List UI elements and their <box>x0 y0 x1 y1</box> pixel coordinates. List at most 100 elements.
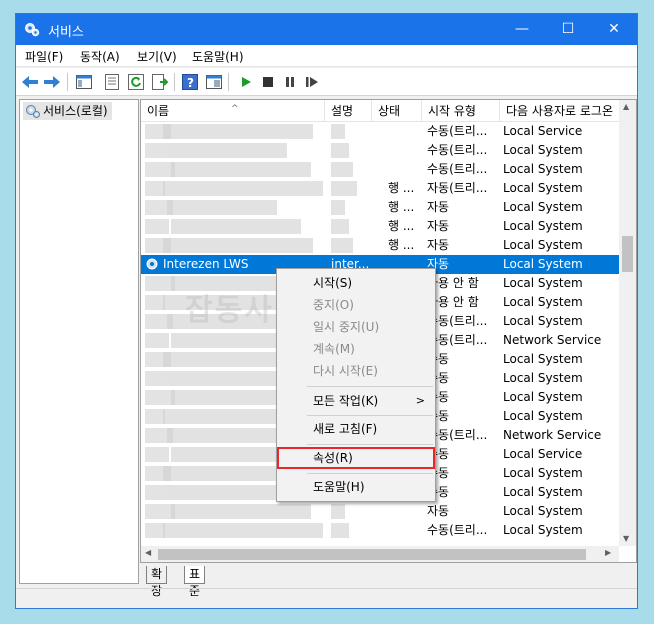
menu-action[interactable]: 동작(A) <box>80 48 120 65</box>
context-menu: 시작(S) 중지(O) 일시 중지(U) 계속(M) 다시 시작(E) 모든 작… <box>276 268 436 502</box>
scroll-up-icon[interactable]: ▲ <box>623 102 629 111</box>
service-logon-as: Local Service <box>503 124 583 138</box>
service-startup-type: 수동 <box>427 352 450 366</box>
menu-help[interactable]: 도움말(H) <box>192 48 244 65</box>
vertical-scrollbar[interactable]: ▲ ▼ <box>619 100 636 546</box>
service-startup-type: 수동 <box>427 390 450 404</box>
restart-icon[interactable] <box>302 72 322 92</box>
table-row[interactable]: 행 ... 자동 Local System <box>141 217 619 236</box>
menu-item-pause[interactable]: 일시 중지(U) <box>277 316 435 338</box>
service-logon-as: Local System <box>503 390 583 404</box>
vertical-scroll-thumb[interactable] <box>622 236 633 272</box>
column-header-description[interactable]: 설명 <box>325 100 372 122</box>
back-icon[interactable] <box>20 72 40 92</box>
table-row[interactable]: 자동 Local System <box>141 502 619 521</box>
menu-item-start[interactable]: 시작(S) <box>277 272 435 294</box>
table-row[interactable]: 수동(트리... Local System <box>141 160 619 179</box>
service-logon-as: Local System <box>503 314 583 328</box>
menu-file[interactable]: 파일(F) <box>25 48 63 65</box>
menu-item-resume[interactable]: 계속(M) <box>277 338 435 360</box>
service-logon-as: Local System <box>503 371 583 385</box>
tab-extended[interactable]: 확장 <box>146 566 168 598</box>
service-startup-type: 사용 안 함 <box>427 276 479 290</box>
service-logon-as: Local System <box>503 523 583 537</box>
menu-item-refresh[interactable]: 새로 고침(F) <box>277 418 435 440</box>
service-startup-type: 자동 <box>427 219 450 233</box>
service-logon-as: Local System <box>503 352 583 366</box>
table-row[interactable]: 수동(트리... Local Service <box>141 122 619 141</box>
service-startup-type: 수동(트리... <box>427 314 488 328</box>
menu-item-restart[interactable]: 다시 시작(E) <box>277 360 435 382</box>
menu-item-all-tasks[interactable]: 모든 작업(K) > <box>277 390 435 412</box>
menu-item-properties[interactable]: 속성(R) <box>277 447 435 469</box>
play-icon[interactable] <box>236 72 256 92</box>
service-logon-as: Local System <box>503 257 583 271</box>
tab-standard[interactable]: 표준 <box>184 566 206 598</box>
menu-view[interactable]: 보기(V) <box>137 48 177 65</box>
tree-node-services-local[interactable]: 서비스(로컬) <box>23 102 112 120</box>
service-startup-type: 수동(트리... <box>427 143 488 157</box>
export-list-icon[interactable] <box>150 72 170 92</box>
toolbar: ? <box>16 68 637 96</box>
table-row[interactable]: 수동(트리... Local System <box>141 521 619 540</box>
service-logon-as: Local System <box>503 238 583 252</box>
column-header-name[interactable]: 이름 ^ <box>141 100 325 122</box>
details-view-icon[interactable] <box>204 72 224 92</box>
service-startup-type: 수동 <box>427 447 450 461</box>
console-tree-icon[interactable] <box>74 72 94 92</box>
submenu-arrow-icon: > <box>415 394 425 407</box>
title-bar[interactable]: 서비스 — ☐ ✕ <box>16 14 637 45</box>
service-status: 행 ... <box>388 181 415 195</box>
service-startup-type: 자동 <box>427 200 450 214</box>
service-startup-type: 사용 안 함 <box>427 295 479 309</box>
service-startup-type: 자동 <box>427 257 450 271</box>
menu-item-help[interactable]: 도움말(H) <box>277 476 435 498</box>
gear-icon <box>26 105 40 118</box>
horizontal-scroll-thumb[interactable] <box>158 549 586 560</box>
tree-node-label: 서비스(로컬) <box>43 104 108 118</box>
service-startup-type: 자동 <box>427 238 450 252</box>
service-startup-type: 자동(트리... <box>427 181 488 195</box>
menu-item-stop[interactable]: 중지(O) <box>277 294 435 316</box>
service-logon-as: Local System <box>503 485 583 499</box>
scroll-left-icon[interactable]: ◀ <box>145 548 151 557</box>
service-startup-type: 수동 <box>427 371 450 385</box>
service-startup-type: 수동 <box>427 485 450 499</box>
maximize-button[interactable]: ☐ <box>545 14 591 45</box>
menu-bar: 파일(F) 동작(A) 보기(V) 도움말(H) <box>16 45 637 67</box>
refresh-icon[interactable] <box>126 72 146 92</box>
service-logon-as: Local System <box>503 162 583 176</box>
table-row[interactable]: 행 ... 자동(트리... Local System <box>141 179 619 198</box>
window-title: 서비스 <box>48 25 84 40</box>
pause-icon[interactable] <box>280 72 300 92</box>
service-logon-as: Network Service <box>503 333 602 347</box>
table-row[interactable]: 행 ... 자동 Local System <box>141 198 619 217</box>
properties-sheet-icon[interactable] <box>102 72 122 92</box>
gear-icon <box>146 258 158 270</box>
help-icon[interactable]: ? <box>180 72 200 92</box>
close-button[interactable]: ✕ <box>591 14 637 45</box>
service-startup-type: 수동(트리... <box>427 428 488 442</box>
service-logon-as: Local System <box>503 181 583 195</box>
scroll-right-icon[interactable]: ▶ <box>605 548 611 557</box>
service-logon-as: Local System <box>503 504 583 518</box>
minimize-button[interactable]: — <box>499 14 545 45</box>
stop-icon[interactable] <box>258 72 278 92</box>
service-logon-as: Local System <box>503 409 583 423</box>
forward-icon[interactable] <box>42 72 62 92</box>
service-startup-type: 자동 <box>427 504 450 518</box>
service-logon-as: Local System <box>503 276 583 290</box>
table-row[interactable]: 수동(트리... Local System <box>141 141 619 160</box>
column-header-logon-as[interactable]: 다음 사용자로 로그온 <box>500 100 619 122</box>
service-status: 행 ... <box>388 219 415 233</box>
column-header-status[interactable]: 상태 <box>372 100 422 122</box>
service-logon-as: Network Service <box>503 428 602 442</box>
service-logon-as: Local System <box>503 143 583 157</box>
service-startup-type: 수동(트리... <box>427 162 488 176</box>
column-header-startup-type[interactable]: 시작 유형 <box>422 100 500 122</box>
service-status: 행 ... <box>388 238 415 252</box>
service-logon-as: Local System <box>503 466 583 480</box>
scroll-down-icon[interactable]: ▼ <box>623 534 629 543</box>
horizontal-scrollbar[interactable]: ◀ ▶ <box>141 546 619 562</box>
table-row[interactable]: 행 ... 자동 Local System <box>141 236 619 255</box>
